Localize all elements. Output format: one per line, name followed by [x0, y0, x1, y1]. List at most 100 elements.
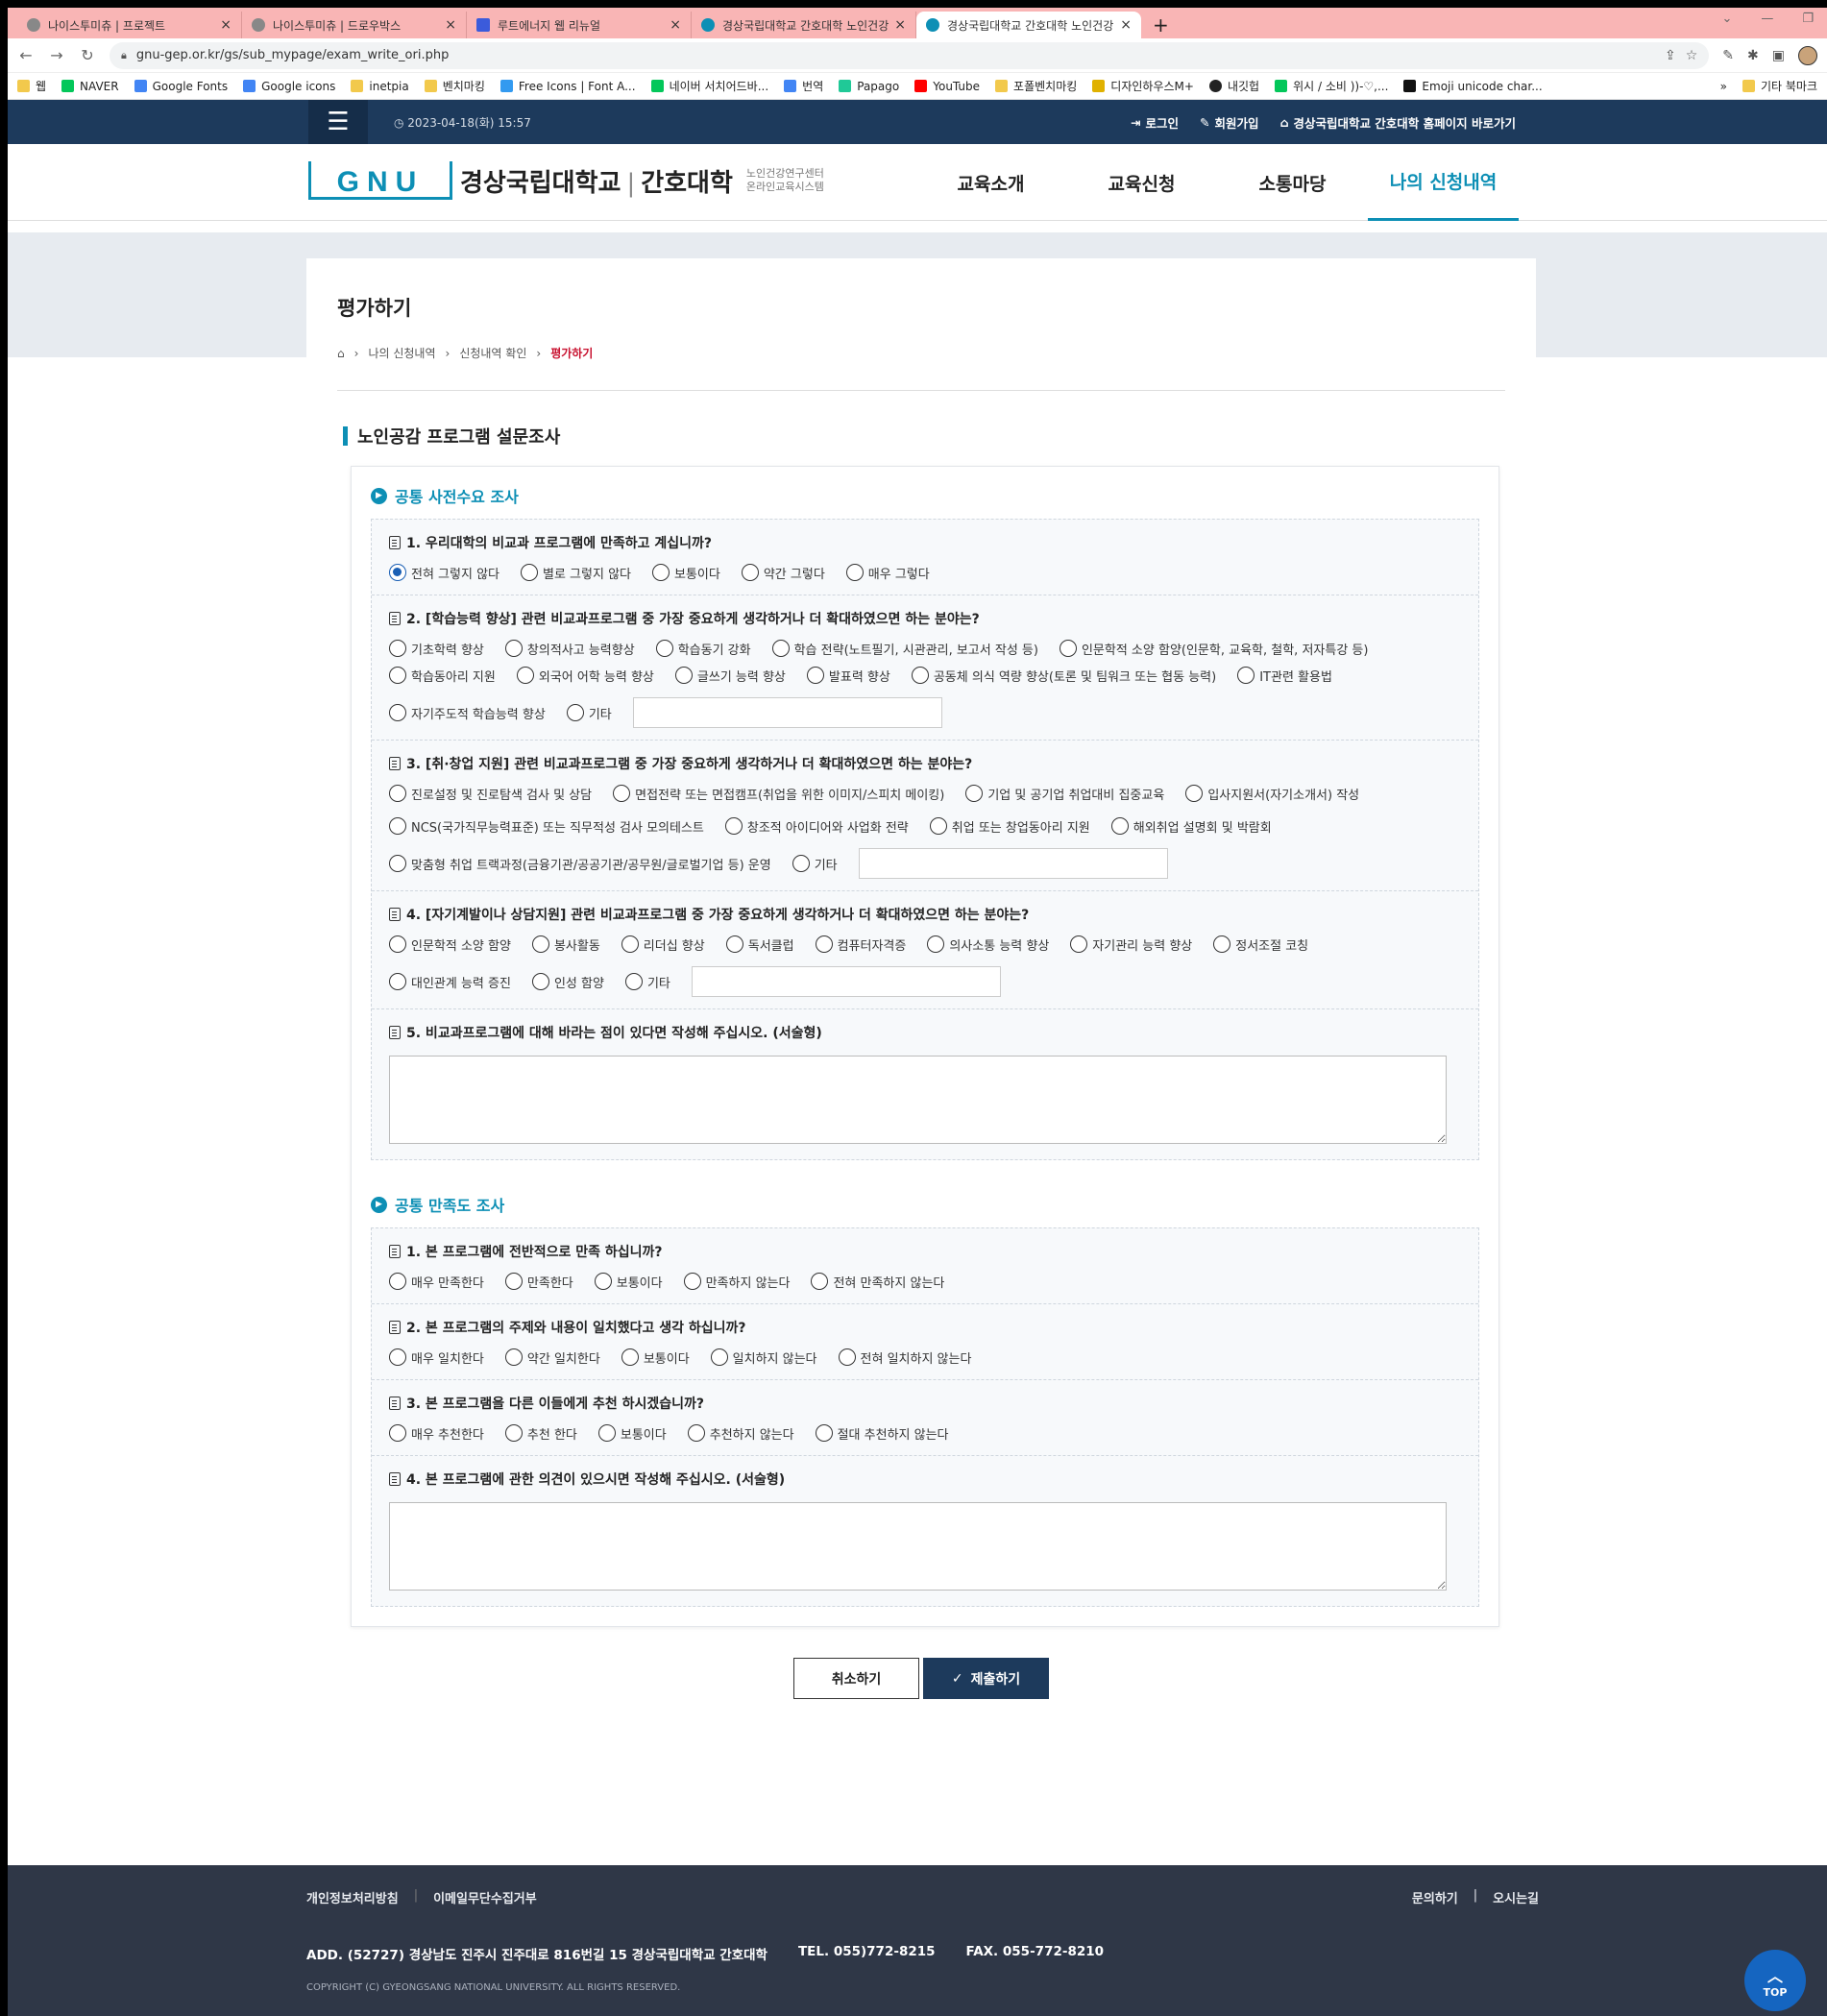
close-icon[interactable]: ×	[1120, 17, 1132, 33]
radio-button[interactable]	[389, 667, 406, 684]
radio-option[interactable]: 면접전략 또는 면접캠프(취업을 위한 이미지/스피치 메이킹)	[613, 783, 944, 804]
scroll-top-button[interactable]: ︿ TOP	[1744, 1950, 1806, 2011]
radio-option[interactable]: 학습동기 강화	[655, 638, 751, 659]
radio-button[interactable]	[806, 667, 824, 684]
radio-button[interactable]	[815, 935, 833, 953]
radio-option[interactable]: 매우 만족한다	[389, 1271, 484, 1292]
bookmark-item[interactable]: Google icons	[243, 80, 335, 93]
login-link[interactable]: ⇥ 로그인	[1131, 113, 1179, 132]
radio-option[interactable]: 학습동아리 지원	[389, 665, 496, 686]
radio-option[interactable]: 약간 그렇다	[741, 562, 825, 583]
radio-option[interactable]: 외국어 어학 능력 향상	[516, 665, 654, 686]
pen-extension-icon[interactable]: ✎	[1722, 48, 1734, 63]
radio-option[interactable]: 발표력 향상	[806, 665, 890, 686]
radio-option[interactable]: 자기관리 능력 향상	[1070, 934, 1192, 955]
radio-option[interactable]: 컴퓨터자격증	[815, 934, 906, 955]
radio-option[interactable]: 창조적 아이디어와 사업화 전략	[724, 815, 909, 837]
radio-option[interactable]: 기타	[792, 853, 838, 874]
radio-button[interactable]	[1237, 667, 1255, 684]
opinion-textarea[interactable]	[389, 1502, 1447, 1591]
radio-option[interactable]: 보통이다	[594, 1271, 663, 1292]
bookmark-item[interactable]: 위시 / 소비 ))-♡,...	[1275, 78, 1388, 94]
cancel-button[interactable]: 취소하기	[793, 1658, 919, 1699]
back-icon[interactable]: ←	[17, 46, 35, 64]
bookmark-item[interactable]: 번역	[784, 78, 823, 94]
restore-icon[interactable]: ❐	[1802, 12, 1814, 26]
radio-button[interactable]	[815, 1424, 833, 1442]
radio-button[interactable]	[655, 640, 673, 657]
bookmark-item[interactable]: Free Icons | Font A...	[499, 80, 636, 93]
bookmark-item[interactable]: 기타 북마크	[1742, 78, 1817, 94]
browser-tab[interactable]: 경상국립대학교 간호대학 노인건강 ×	[692, 12, 916, 38]
radio-option[interactable]: 추천하지 않는다	[687, 1422, 794, 1444]
radio-button[interactable]	[389, 640, 406, 657]
bookmarks-overflow-icon[interactable]: »	[1720, 80, 1727, 93]
breadcrumb-item[interactable]: 신청내역 확인	[459, 345, 526, 361]
reload-icon[interactable]: ↻	[79, 46, 96, 64]
radio-button[interactable]	[911, 667, 929, 684]
other-text-input[interactable]	[632, 697, 942, 728]
radio-button[interactable]	[683, 1273, 701, 1290]
browser-tab[interactable]: 나이스투미츄 | 프로젝트 ×	[17, 12, 242, 38]
privacy-policy-link[interactable]: 개인정보처리방침	[306, 1888, 399, 1907]
nav-item-my-applications[interactable]: 나의 신청내역	[1368, 144, 1519, 221]
radio-button[interactable]	[838, 1348, 856, 1366]
radio-button[interactable]	[521, 564, 538, 581]
radio-button[interactable]	[504, 1348, 523, 1366]
radio-button[interactable]	[621, 1348, 639, 1366]
chevron-down-icon[interactable]: ⌄	[1721, 12, 1732, 26]
email-reject-link[interactable]: 이메일무단수집거부	[433, 1888, 537, 1907]
radio-button[interactable]	[811, 1273, 829, 1290]
radio-option[interactable]: 만족한다	[504, 1271, 573, 1292]
bookmark-item[interactable]: 네이버 서치어드바...	[650, 78, 768, 94]
radio-option[interactable]: 보통이다	[597, 1422, 667, 1444]
puzzle-icon[interactable]: ✱	[1747, 48, 1759, 63]
bookmark-item[interactable]: Google Fonts	[134, 80, 228, 93]
radio-option[interactable]: 기초학력 향상	[389, 638, 484, 659]
close-icon[interactable]: ×	[670, 17, 681, 33]
bookmark-item[interactable]: NAVER	[61, 80, 119, 93]
bookmark-item[interactable]: 디자인하우스M+	[1092, 78, 1194, 94]
breadcrumb-item[interactable]: 나의 신청내역	[368, 345, 435, 361]
bookmark-item[interactable]: inetpia	[351, 80, 409, 93]
radio-option[interactable]: 의사소통 능력 향상	[927, 934, 1049, 955]
radio-option[interactable]: 글쓰기 능력 향상	[674, 665, 786, 686]
radio-option[interactable]: 자기주도적 학습능력 향상	[389, 702, 546, 723]
radio-button[interactable]	[929, 817, 947, 835]
radio-option[interactable]: 절대 추천하지 않는다	[815, 1422, 949, 1444]
radio-button[interactable]	[674, 667, 693, 684]
nav-item-education-apply[interactable]: 교육신청	[1066, 144, 1217, 221]
radio-option[interactable]: 인문학적 소양 함양(인문학, 교육학, 철학, 저자특강 등)	[1059, 638, 1368, 659]
radio-button[interactable]	[792, 855, 810, 872]
radio-button[interactable]	[613, 785, 631, 802]
inquiry-link[interactable]: 문의하기	[1412, 1888, 1458, 1907]
radio-button[interactable]	[1110, 817, 1129, 835]
radio-option[interactable]: 전혀 만족하지 않는다	[811, 1271, 944, 1292]
radio-option[interactable]: 일치하지 않는다	[710, 1347, 817, 1368]
browser-tab[interactable]: 루트에너지 웹 리뉴얼 ×	[467, 12, 692, 38]
radio-button[interactable]	[389, 855, 406, 872]
radio-button[interactable]	[1059, 640, 1077, 657]
bookmark-item[interactable]: 벤치마킹	[424, 78, 485, 94]
radio-option[interactable]: NCS(국가직무능력표준) 또는 직무적성 검사 모의테스트	[389, 815, 704, 837]
nav-item-community[interactable]: 소통마당	[1217, 144, 1368, 221]
signup-link[interactable]: ✎ 회원가입	[1200, 113, 1259, 132]
homepage-link[interactable]: ⌂ 경상국립대학교 간호대학 홈페이지 바로가기	[1279, 113, 1516, 132]
radio-button[interactable]	[389, 1424, 406, 1442]
radio-option[interactable]: 기업 및 공기업 취업대비 집중교육	[965, 783, 1164, 804]
radio-button[interactable]	[594, 1273, 612, 1290]
radio-option[interactable]: IT관련 활용법	[1237, 665, 1332, 686]
radio-option[interactable]: 보통이다	[652, 562, 720, 583]
home-icon[interactable]: ⌂	[337, 347, 345, 360]
radio-button[interactable]	[741, 564, 759, 581]
minimize-icon[interactable]: —	[1761, 12, 1773, 26]
radio-option[interactable]: 추천 한다	[504, 1422, 577, 1444]
radio-button[interactable]	[389, 785, 406, 802]
radio-option[interactable]: 매우 그렇다	[845, 562, 930, 583]
bookmark-item[interactable]: 내깃헙	[1208, 78, 1259, 94]
radio-button[interactable]	[652, 564, 670, 581]
close-icon[interactable]: ×	[894, 17, 906, 33]
radio-option[interactable]: 학습 전략(노트필기, 시관관리, 보고서 작성 등)	[771, 638, 1038, 659]
radio-option[interactable]: 매우 일치한다	[389, 1347, 484, 1368]
radio-button[interactable]	[531, 935, 549, 953]
